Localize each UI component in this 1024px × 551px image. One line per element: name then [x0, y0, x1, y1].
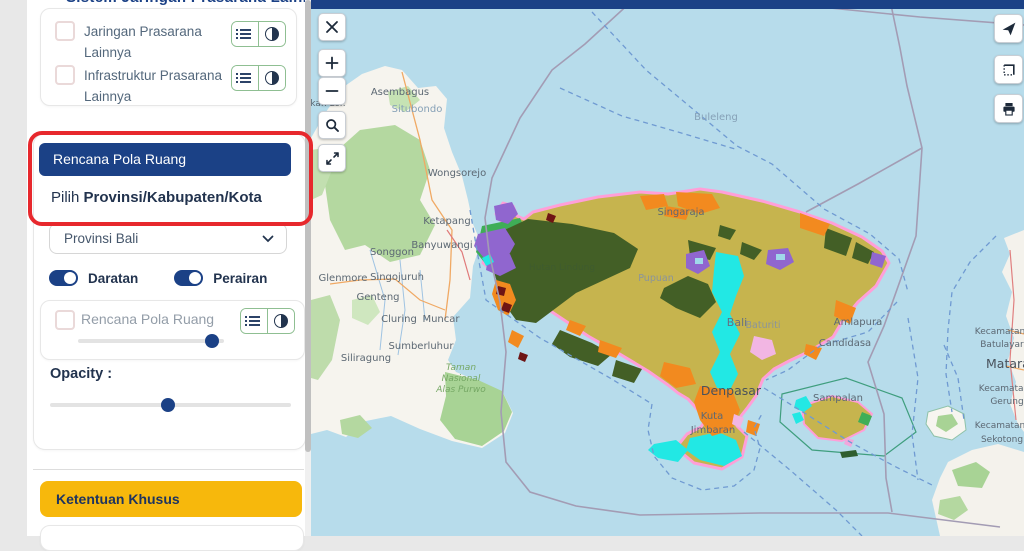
layer-label: Jaringan Prasarana Lainnya: [84, 24, 202, 60]
perairan-label: Perairan: [213, 270, 268, 286]
opacity-half-circle-icon[interactable]: [258, 66, 285, 90]
legend-list-icon[interactable]: [241, 309, 267, 333]
opacity-half-circle-icon[interactable]: [258, 22, 285, 46]
map-label: Kecamatan: [979, 384, 1024, 394]
map-label: Sekotong: [981, 435, 1023, 445]
map-label: Songgon: [370, 247, 414, 258]
layer-row-infrastruktur: Infrastruktur Prasarana Lainnya: [55, 65, 286, 107]
map-label: Amlapura: [834, 317, 882, 328]
printer-icon: [1002, 102, 1015, 116]
map-extent-icon: [1002, 63, 1015, 76]
map-label: Mataram: [986, 356, 1024, 371]
locate-arrow-icon: [1002, 22, 1015, 35]
close-button[interactable]: [318, 13, 346, 41]
province-dropdown[interactable]: Provinsi Bali: [49, 223, 287, 254]
daratan-perairan-toggles: Daratan Perairan: [49, 270, 293, 286]
section-header-rencana-pola-ruang: Rencana Pola Ruang: [39, 143, 291, 176]
locate-button[interactable]: [994, 14, 1023, 43]
opacity-half-circle-icon[interactable]: [267, 309, 294, 333]
map-label: Singojuruh: [370, 272, 424, 283]
rencana-pola-ruang-checkbox[interactable]: [55, 310, 75, 330]
map-label: Singaraja: [657, 207, 704, 218]
map-label: Taman: [446, 363, 476, 373]
zoom-in-button[interactable]: [318, 49, 346, 77]
map-container: Asembagus Situbondo Wongsorejo Ketapang kan …: [311, 0, 1024, 536]
clipped-section-title: Sistem Jaringan Prasarana Lainnya: [66, 0, 314, 8]
map-label: Muncar: [422, 314, 460, 325]
zoom-in-icon: [325, 56, 339, 70]
section-divider: [33, 469, 304, 470]
map-label: Siliragung: [341, 353, 391, 364]
map-label: Nasional: [442, 374, 481, 384]
map-label: Kecamatan: [975, 421, 1024, 431]
pilih-provinsi-label: Pilih Provinsi/Kabupaten/Kota: [51, 189, 262, 206]
map-label: Sampalan: [813, 393, 863, 404]
map-label: Bali: [727, 316, 747, 329]
close-icon: [326, 21, 338, 33]
zoom-out-icon: [325, 90, 339, 92]
map-label: Pupuan: [638, 273, 673, 284]
map-label: Alas Purwo: [435, 385, 486, 395]
layer-checkbox[interactable]: [55, 21, 75, 41]
chevron-down-icon: [262, 235, 274, 242]
lake: [695, 258, 703, 264]
map-label: Asembagus: [371, 87, 429, 98]
map-label: Wongsorejo: [428, 168, 486, 179]
legend-list-icon[interactable]: [232, 22, 258, 46]
map-label: Ketapang: [423, 216, 470, 227]
map-canvas[interactable]: AsembagusSitubondoWongsorejoKetapangkan …: [311, 0, 1024, 536]
map-label: Cluring: [381, 314, 417, 325]
layer-actions: [240, 308, 295, 334]
map-label: Genteng: [357, 292, 400, 303]
daratan-toggle[interactable]: [49, 270, 78, 286]
layer-actions: [231, 21, 286, 47]
print-button[interactable]: [994, 94, 1023, 123]
map-label: Jimbaran: [690, 425, 736, 436]
map-label: Batulayar: [980, 340, 1024, 350]
daratan-label: Daratan: [88, 270, 139, 286]
map-label: Glenmore: [319, 273, 368, 284]
map-label: Banyuwangi: [411, 240, 472, 251]
ketentuan-khusus-card: [40, 525, 304, 551]
slider-knob[interactable]: [205, 334, 220, 348]
perairan-toggle[interactable]: [174, 270, 204, 286]
map-label: Sumberluhur: [389, 341, 455, 352]
opacity-label: Opacity :: [50, 366, 113, 382]
map-label: Hutan Lindung: [529, 263, 595, 273]
map-label: Kuta: [701, 411, 723, 422]
extent-button[interactable]: [994, 55, 1023, 84]
slider-knob[interactable]: [161, 398, 176, 412]
layers-sidebar: Sistem Jaringan Prasarana Lainnya Jaring…: [27, 0, 314, 551]
fullscreen-button[interactable]: [318, 144, 346, 172]
legend-list-icon[interactable]: [232, 66, 258, 90]
layer-row-jaringan-prasarana: Jaringan Prasarana Lainnya: [55, 21, 286, 63]
map-label: Buleleng: [694, 112, 738, 123]
zoom-out-button[interactable]: [318, 77, 346, 105]
search-button[interactable]: [318, 111, 346, 139]
map-top-navy-bar: [311, 0, 1024, 9]
layer-checkbox[interactable]: [55, 65, 75, 85]
layer-label: Infrastruktur Prasarana Lainnya: [84, 68, 223, 104]
map-label: Candidasa: [819, 338, 871, 349]
rencana-pola-ruang-layer-card: Rencana Pola Ruang: [40, 300, 305, 360]
prasarana-layers-card: Jaringan Prasarana Lainnya Infrastruktur…: [40, 8, 297, 106]
map-label: Baturiti: [746, 320, 781, 331]
rencana-pola-ruang-layer-label: Rencana Pola Ruang: [81, 311, 215, 327]
layer-actions: [231, 65, 286, 91]
map-label: Denpasar: [701, 383, 762, 398]
province-dropdown-value: Provinsi Bali: [64, 231, 139, 246]
layer-opacity-slider[interactable]: [78, 334, 224, 348]
map-label: Gerung: [990, 397, 1023, 407]
search-icon: [325, 118, 339, 132]
map-label: Kecamatan: [975, 327, 1024, 337]
lake: [776, 254, 785, 260]
fullscreen-icon: [325, 151, 339, 165]
section-header-ketentuan-khusus[interactable]: Ketentuan Khusus: [40, 481, 302, 517]
global-opacity-slider[interactable]: [50, 398, 291, 412]
map-label: Situbondo: [392, 104, 443, 115]
